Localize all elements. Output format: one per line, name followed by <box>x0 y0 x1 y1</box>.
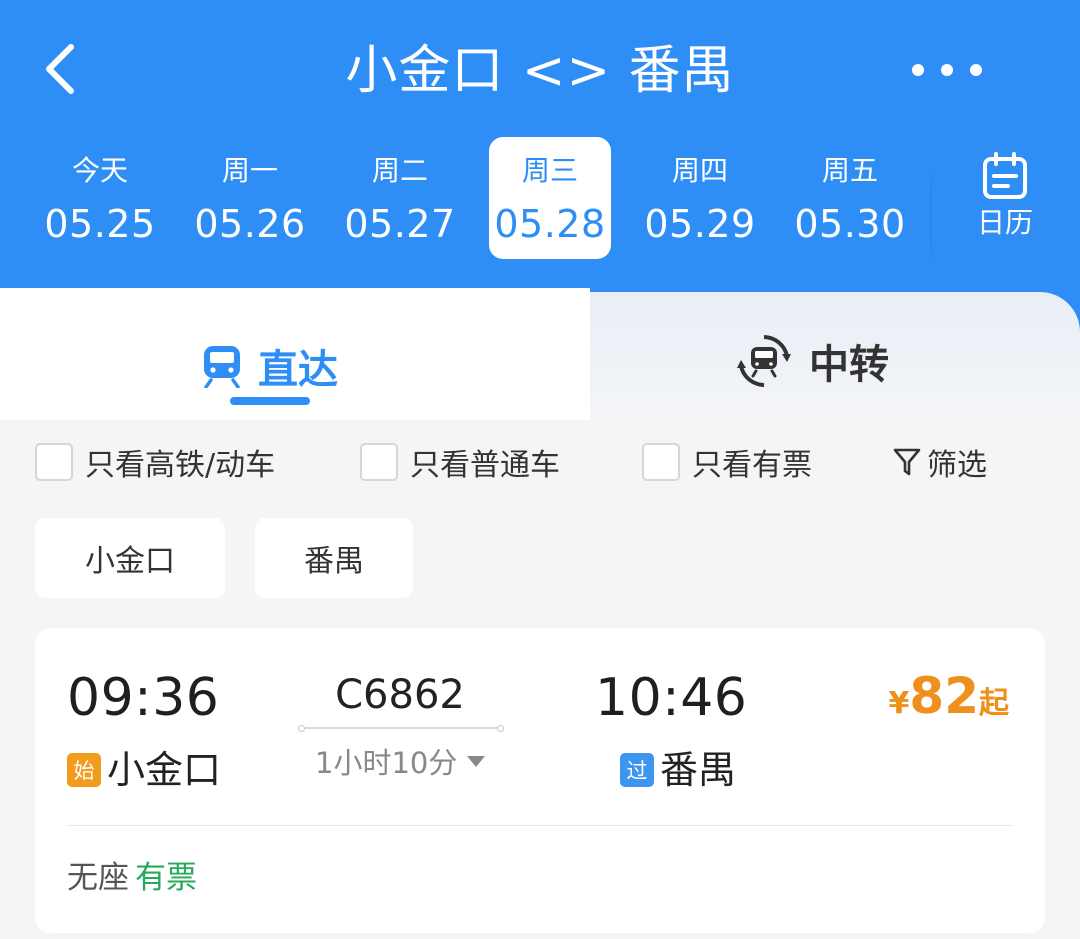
tab-transfer-label: 中转 <box>809 342 889 388</box>
start-station-badge: 始 <box>67 753 101 787</box>
departure-station-row: 始 小金口 <box>67 746 221 794</box>
date-item-0530[interactable]: 周五 05.30 <box>775 137 925 259</box>
train-result-card[interactable]: 09:36 始 小金口 C6862 1小时10分 10:46 过 番禺 ¥ 82… <box>35 628 1045 933</box>
station-chip-departure[interactable]: 小金口 <box>35 518 225 598</box>
train-icon <box>204 346 240 388</box>
arrival-time: 10:46 <box>595 668 748 728</box>
filter-label: 只看有票 <box>692 448 812 483</box>
date-value: 05.27 <box>344 202 456 246</box>
date-item-0527[interactable]: 周二 05.27 <box>325 137 475 259</box>
date-value: 05.26 <box>194 202 306 246</box>
departure-station: 小金口 <box>107 748 222 792</box>
more-dots-icon <box>970 64 982 76</box>
seat-availability: 无座 有票 <box>67 858 197 898</box>
duration-text: 1小时10分 <box>315 746 458 780</box>
checkbox[interactable] <box>642 443 680 481</box>
price-amount: 82 <box>909 667 979 725</box>
filter-label: 只看高铁/动车 <box>85 448 276 483</box>
price-suffix: 起 <box>979 686 1009 721</box>
checkbox[interactable] <box>360 443 398 481</box>
date-day-label: 周二 <box>371 154 428 187</box>
arrival-station-row: 过 番禺 <box>620 746 736 794</box>
checkbox[interactable] <box>35 443 73 481</box>
train-search-results-screen: 小金口 <> 番禺 今天 05.25 周一 05.26 周二 05.27 周三 … <box>0 0 1080 939</box>
chip-label: 小金口 <box>85 544 175 579</box>
date-item-0529[interactable]: 周四 05.29 <box>625 137 775 259</box>
departure-time: 09:36 <box>67 668 220 728</box>
date-value: 05.30 <box>794 202 906 246</box>
more-dots-icon <box>912 64 924 76</box>
date-value: 05.29 <box>644 202 756 246</box>
date-item-0526[interactable]: 周一 05.26 <box>175 137 325 259</box>
date-value: 05.25 <box>44 202 156 246</box>
card-divider <box>67 825 1013 826</box>
more-dots-icon <box>941 64 953 76</box>
calendar-divider <box>930 158 932 276</box>
route-line <box>298 725 504 732</box>
triangle-down-icon <box>467 755 486 767</box>
seat-type: 无座 <box>67 860 129 896</box>
filter-high-speed-only[interactable]: 只看高铁/动车 <box>35 442 276 483</box>
price: ¥ 82 起 <box>889 668 1009 724</box>
transfer-train-icon <box>737 335 791 387</box>
chip-label: 番禺 <box>304 544 364 579</box>
train-number: C6862 <box>335 672 465 718</box>
filter-available-only[interactable]: 只看有票 <box>642 442 812 483</box>
filter-label: 只看普通车 <box>410 448 560 483</box>
tab-direct-label: 直达 <box>258 347 338 393</box>
pass-station-badge: 过 <box>620 753 654 787</box>
filter-bar: 只看高铁/动车 只看普通车 只看有票 筛选 <box>35 442 1045 483</box>
date-item-0525[interactable]: 今天 05.25 <box>25 137 175 259</box>
filter-funnel-icon <box>893 448 921 476</box>
tab-direct[interactable]: 直达 <box>180 326 360 406</box>
price-currency: ¥ <box>888 686 910 721</box>
date-value: 05.28 <box>494 202 606 246</box>
header: 小金口 <> 番禺 今天 05.25 周一 05.26 周二 05.27 周三 … <box>0 0 1080 330</box>
duration-toggle[interactable]: 1小时10分 <box>315 740 486 782</box>
date-day-label: 今天 <box>71 154 128 187</box>
more-button[interactable] <box>912 50 982 90</box>
date-day-label: 周一 <box>221 154 278 187</box>
calendar-icon <box>983 152 1027 199</box>
date-day-label: 周五 <box>821 154 878 187</box>
filter-normal-only[interactable]: 只看普通车 <box>360 442 560 483</box>
seat-status: 有票 <box>135 860 197 896</box>
filter-screen-button[interactable]: 筛选 <box>893 442 987 483</box>
station-chip-arrival[interactable]: 番禺 <box>255 518 413 598</box>
date-day-label: 周四 <box>671 154 728 187</box>
date-selector: 今天 05.25 周一 05.26 周二 05.27 周三 05.28 周四 0… <box>25 137 925 259</box>
date-item-0528-selected[interactable]: 周三 05.28 <box>489 137 611 259</box>
arrival-station: 番禺 <box>660 748 737 792</box>
calendar-label: 日历 <box>976 206 1033 239</box>
date-day-label: 周三 <box>521 154 578 187</box>
calendar-button[interactable]: 日历 <box>950 148 1060 248</box>
filter-label: 筛选 <box>927 448 987 483</box>
active-tab-indicator <box>230 397 310 405</box>
tab-transfer[interactable]: 中转 <box>722 326 902 396</box>
